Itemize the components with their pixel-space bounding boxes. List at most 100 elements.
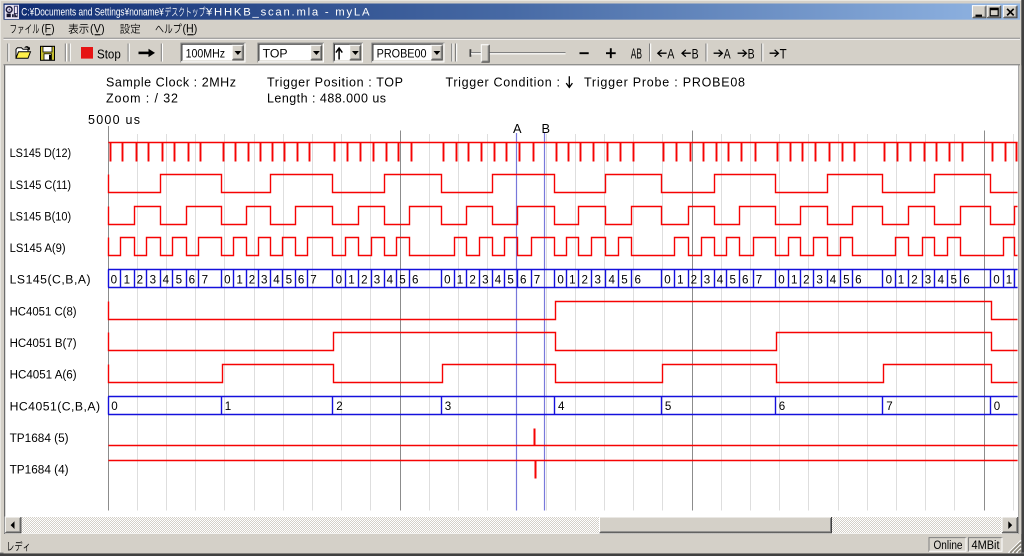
- svg-text:A: A: [513, 121, 522, 136]
- svg-text:Stop: Stop: [97, 48, 121, 62]
- svg-text:HC4051 A(6): HC4051 A(6): [10, 368, 77, 382]
- svg-text:0: 0: [224, 274, 230, 287]
- svg-text:4: 4: [938, 274, 945, 287]
- svg-text:4: 4: [273, 274, 280, 287]
- svg-text:0: 0: [557, 274, 563, 287]
- svg-text:3: 3: [816, 274, 822, 287]
- svg-text:T: T: [780, 46, 787, 62]
- svg-text:2: 2: [137, 274, 143, 287]
- svg-text:4: 4: [558, 400, 565, 413]
- svg-text:2: 2: [911, 274, 917, 287]
- svg-text:2: 2: [803, 274, 809, 287]
- svg-text:6: 6: [520, 274, 526, 287]
- svg-text:6: 6: [963, 274, 969, 287]
- svg-text:Trigger Condition :: Trigger Condition :: [446, 75, 561, 89]
- svg-text:0: 0: [886, 274, 892, 287]
- svg-text:5: 5: [507, 274, 513, 287]
- svg-text:0: 0: [444, 274, 450, 287]
- svg-text:4MBit: 4MBit: [972, 538, 1001, 552]
- svg-text:Trigger Probe : PROBE08: Trigger Probe : PROBE08: [584, 75, 745, 89]
- svg-text:4: 4: [495, 274, 502, 287]
- svg-text:B: B: [748, 46, 755, 62]
- svg-text:6: 6: [635, 274, 641, 287]
- svg-text:3: 3: [595, 274, 601, 287]
- svg-text:7: 7: [756, 274, 762, 287]
- svg-text:0: 0: [994, 400, 1000, 413]
- svg-text:1: 1: [236, 274, 242, 287]
- svg-text:4: 4: [609, 274, 616, 287]
- svg-text:4: 4: [830, 274, 837, 287]
- svg-text:6: 6: [742, 274, 748, 287]
- svg-text:1: 1: [677, 274, 683, 287]
- svg-text:6: 6: [189, 274, 195, 287]
- svg-text:2: 2: [361, 274, 367, 287]
- svg-text:(H): (H): [183, 23, 198, 36]
- svg-text:4: 4: [387, 274, 394, 287]
- svg-text:Online: Online: [934, 538, 963, 552]
- svg-text:100MHz: 100MHz: [186, 46, 226, 60]
- svg-text:3: 3: [704, 274, 710, 287]
- svg-text:3: 3: [374, 274, 380, 287]
- svg-text:3: 3: [482, 274, 488, 287]
- svg-text:HC4051 C(8): HC4051 C(8): [10, 304, 77, 318]
- svg-text:Trigger Position : TOP: Trigger Position : TOP: [267, 75, 403, 89]
- svg-text:1: 1: [791, 274, 797, 287]
- svg-text:LS145 D(12): LS145 D(12): [10, 146, 72, 160]
- svg-text:7: 7: [310, 274, 316, 287]
- svg-text:5: 5: [176, 274, 182, 287]
- svg-text:C:¥Documents and Settings¥nona: C:¥Documents and Settings¥noname¥: [21, 7, 164, 19]
- svg-text:1: 1: [457, 274, 463, 287]
- svg-text:1: 1: [569, 274, 575, 287]
- svg-text:2: 2: [336, 400, 342, 413]
- svg-text:(F): (F): [41, 23, 55, 36]
- svg-text:A: A: [724, 46, 731, 62]
- svg-text:TOP: TOP: [263, 46, 288, 60]
- svg-text:3: 3: [445, 400, 451, 413]
- svg-text:6: 6: [298, 274, 304, 287]
- svg-text:1: 1: [348, 274, 354, 287]
- svg-text:2: 2: [469, 274, 475, 287]
- svg-text:6: 6: [779, 400, 785, 413]
- svg-text:7: 7: [202, 274, 208, 287]
- svg-text:4: 4: [717, 274, 724, 287]
- svg-text:LS145 A(9): LS145 A(9): [10, 241, 66, 255]
- svg-text:0: 0: [111, 274, 117, 287]
- svg-text:B: B: [692, 46, 699, 62]
- svg-text:Length : 488.000 us: Length : 488.000 us: [267, 91, 386, 105]
- svg-text:HC4051(C,B,A): HC4051(C,B,A): [10, 399, 101, 413]
- svg-text:0: 0: [664, 274, 670, 287]
- svg-text:Zoom : / 32: Zoom : / 32: [106, 91, 178, 105]
- svg-text:Sample Clock : 2MHz: Sample Clock : 2MHz: [106, 75, 236, 89]
- svg-text:0: 0: [336, 274, 342, 287]
- svg-text:5: 5: [843, 274, 849, 287]
- svg-text:PROBE00: PROBE00: [377, 46, 427, 60]
- svg-text:LS145 C(11): LS145 C(11): [10, 178, 72, 192]
- svg-text:A: A: [667, 46, 674, 62]
- svg-text:1: 1: [1006, 274, 1012, 287]
- svg-text:2: 2: [582, 274, 588, 287]
- svg-text:3: 3: [925, 274, 931, 287]
- svg-text:5: 5: [951, 274, 957, 287]
- svg-text:0: 0: [993, 274, 999, 287]
- svg-text:5: 5: [399, 274, 405, 287]
- svg-text:7: 7: [534, 274, 540, 287]
- svg-text:1: 1: [225, 400, 231, 413]
- svg-text:TP1684 (4): TP1684 (4): [10, 463, 69, 477]
- svg-text:0: 0: [778, 274, 784, 287]
- svg-text:5: 5: [621, 274, 627, 287]
- svg-text:0: 0: [111, 400, 117, 413]
- svg-text:1: 1: [898, 274, 904, 287]
- svg-text:HC4051 B(7): HC4051 B(7): [10, 336, 77, 350]
- svg-text:2: 2: [249, 274, 255, 287]
- svg-text:4: 4: [163, 274, 170, 287]
- svg-text:5: 5: [730, 274, 736, 287]
- svg-text:5: 5: [286, 274, 292, 287]
- svg-text:5: 5: [665, 400, 671, 413]
- svg-text:5000 us: 5000 us: [88, 113, 140, 127]
- svg-text:6: 6: [855, 274, 861, 287]
- svg-text:LS145(C,B,A): LS145(C,B,A): [10, 273, 91, 287]
- svg-text:3: 3: [150, 274, 156, 287]
- svg-text:7: 7: [886, 400, 892, 413]
- svg-text:3: 3: [261, 274, 267, 287]
- svg-text:TP1684 (5): TP1684 (5): [10, 431, 69, 445]
